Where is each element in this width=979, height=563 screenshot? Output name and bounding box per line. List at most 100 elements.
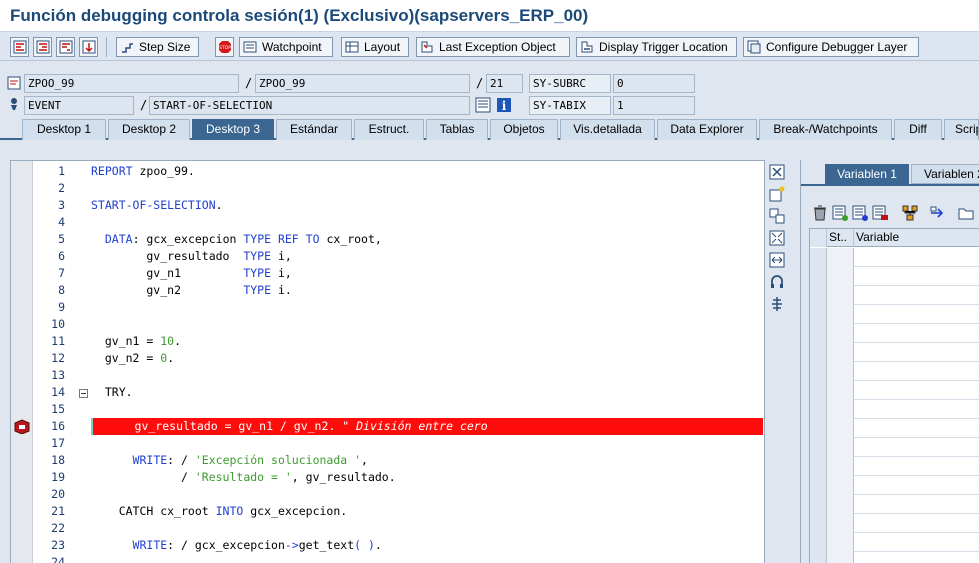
include-field[interactable]: ZPOO_99 — [255, 74, 470, 93]
row-selector[interactable] — [810, 248, 827, 267]
code-line[interactable]: 19 / 'Resultado = ', gv_resultado. — [33, 469, 764, 486]
row-selector[interactable] — [810, 381, 827, 400]
continue-button[interactable] — [79, 37, 98, 57]
code-line[interactable]: 4 — [33, 214, 764, 231]
tab-break-watchpoints[interactable]: Break-/Watchpoints — [759, 119, 892, 140]
code-line[interactable]: 16 gv_resultado = gv_n1 / gv_n2. " Divis… — [33, 418, 764, 435]
transfer-icon[interactable] — [929, 204, 947, 222]
row-selector[interactable] — [810, 419, 827, 438]
tab-variablen-1[interactable]: Variablen 1 — [825, 164, 909, 184]
width-toggle-icon[interactable] — [769, 252, 785, 268]
table-row[interactable] — [810, 324, 979, 343]
code-line[interactable]: 20 — [33, 486, 764, 503]
tab-desktop-3[interactable]: Desktop 3 — [192, 119, 274, 140]
tab-script[interactable]: Script — [944, 119, 979, 140]
last-exception-button[interactable]: Last Exception Object — [416, 37, 570, 57]
row-selector[interactable] — [810, 533, 827, 552]
table-row[interactable] — [810, 514, 979, 533]
code-line[interactable]: 14 TRY. — [33, 384, 764, 401]
table-row[interactable] — [810, 552, 979, 563]
code-line[interactable]: 15 — [33, 401, 764, 418]
code-line[interactable]: 5 DATA: gcx_excepcion TYPE REF TO cx_roo… — [33, 231, 764, 248]
code-line[interactable]: 7 gv_n1 TYPE i, — [33, 265, 764, 282]
step-into-button[interactable] — [10, 37, 29, 57]
row-selector[interactable] — [810, 495, 827, 514]
services-icon[interactable] — [769, 274, 785, 290]
table-row[interactable] — [810, 438, 979, 457]
tab-desktop-2[interactable]: Desktop 2 — [108, 119, 190, 140]
tab-objetos[interactable]: Objetos — [490, 119, 558, 140]
hierarchy-icon[interactable] — [901, 204, 919, 222]
code-line[interactable]: 11 gv_n1 = 10. — [33, 333, 764, 350]
table-row[interactable] — [810, 476, 979, 495]
step-size-button[interactable]: Step Size — [116, 37, 199, 57]
code-line[interactable]: 10 — [33, 316, 764, 333]
code-line[interactable]: 22 — [33, 520, 764, 537]
tab-tablas[interactable]: Tablas — [426, 119, 488, 140]
code-line[interactable]: 17 — [33, 435, 764, 452]
table-row[interactable] — [810, 495, 979, 514]
table-row[interactable] — [810, 305, 979, 324]
tab-diff[interactable]: Diff — [894, 119, 942, 140]
table-row[interactable] — [810, 533, 979, 552]
table-row[interactable] — [810, 457, 979, 476]
table-row[interactable] — [810, 286, 979, 305]
row-selector[interactable] — [810, 305, 827, 324]
line-field[interactable]: 21 — [486, 74, 523, 93]
tab-data-explorer[interactable]: Data Explorer — [657, 119, 757, 140]
sys-field-value-2[interactable]: 1 — [613, 96, 695, 115]
tab-estandar[interactable]: Estándar — [276, 119, 352, 140]
stop-button[interactable]: STOP — [215, 37, 234, 57]
breakpoint-gutter[interactable] — [11, 161, 33, 563]
info-button[interactable]: i — [496, 97, 512, 113]
execute-button[interactable] — [33, 37, 52, 57]
row-selector[interactable] — [810, 362, 827, 381]
code-line[interactable]: 23 WRITE: / gcx_excepcion->get_text( ). — [33, 537, 764, 554]
configure-layer-button[interactable]: Configure Debugger Layer — [743, 37, 919, 57]
source-code-editor[interactable]: 1 REPORT zpoo_99. 2 3 START-OF-SELECTION. 4 5 … — [10, 160, 765, 563]
table-row[interactable] — [810, 362, 979, 381]
code-line[interactable]: 2 — [33, 180, 764, 197]
program-field[interactable]: ZPOO_99 — [24, 74, 239, 93]
event-detail-button[interactable] — [475, 97, 491, 113]
row-selector[interactable] — [810, 343, 827, 362]
code-line[interactable]: 6 gv_resultado TYPE i, — [33, 248, 764, 265]
tab-estruct[interactable]: Estruct. — [354, 119, 424, 140]
row-selector[interactable] — [810, 324, 827, 343]
swap-tool-icon[interactable] — [769, 208, 785, 224]
maximize-icon[interactable] — [769, 230, 785, 246]
code-line[interactable]: 21 CATCH cx_root INTO gcx_excepcion. — [33, 503, 764, 520]
code-line[interactable]: 9 — [33, 299, 764, 316]
folder-icon[interactable] — [957, 204, 975, 222]
row-selector[interactable] — [810, 438, 827, 457]
row-selector[interactable] — [810, 267, 827, 286]
row-selector[interactable] — [810, 400, 827, 419]
row-selector[interactable] — [810, 552, 827, 563]
code-line[interactable]: 12 gv_n2 = 0. — [33, 350, 764, 367]
code-line[interactable]: 8 gv_n2 TYPE i. — [33, 282, 764, 299]
delete-icon[interactable] — [811, 204, 829, 222]
table-row[interactable] — [810, 267, 979, 286]
event-type-field[interactable]: EVENT — [24, 96, 134, 115]
row-selector[interactable] — [810, 457, 827, 476]
code-line[interactable]: 24 — [33, 554, 764, 563]
return-button[interactable] — [56, 37, 75, 57]
tab-desktop-1[interactable]: Desktop 1 — [22, 119, 106, 140]
tab-vis-detallada[interactable]: Vis.detallada — [560, 119, 655, 140]
column-status[interactable]: St.. — [827, 229, 854, 247]
watchpoint-button[interactable]: Watchpoint — [239, 37, 333, 57]
event-name-field[interactable]: START-OF-SELECTION — [149, 96, 470, 115]
column-variable[interactable]: Variable — [854, 229, 979, 247]
row-selector[interactable] — [810, 514, 827, 533]
sys-field-value-1[interactable]: 0 — [613, 74, 695, 93]
table-row[interactable] — [810, 248, 979, 267]
list-icon[interactable] — [831, 204, 849, 222]
settings-tool-icon[interactable] — [769, 296, 785, 312]
new-tool-icon[interactable] — [769, 186, 785, 202]
close-icon[interactable] — [769, 164, 785, 180]
code-line[interactable]: 1 REPORT zpoo_99. — [33, 163, 764, 180]
code-line[interactable]: 13 — [33, 367, 764, 384]
list-delete-icon[interactable] — [871, 204, 889, 222]
collapse-toggle-icon[interactable] — [79, 389, 89, 399]
table-row[interactable] — [810, 419, 979, 438]
